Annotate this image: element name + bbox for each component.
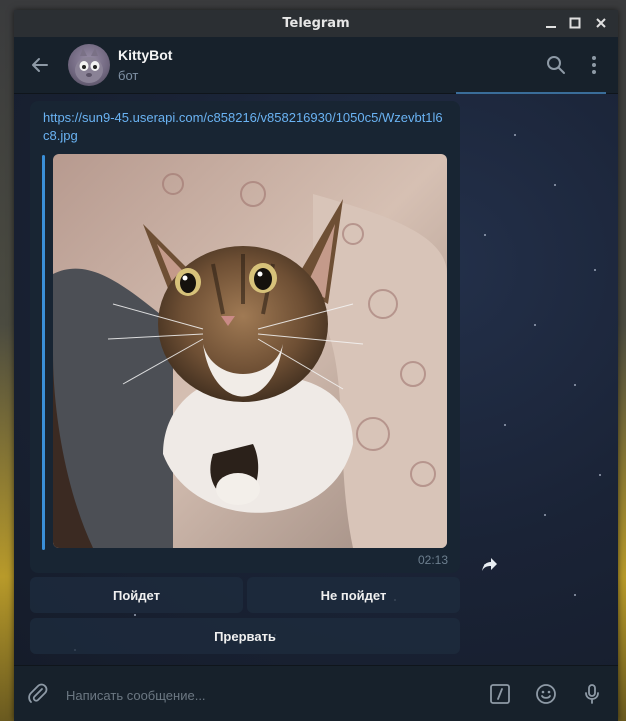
keyboard-button-not-ok[interactable]: Не пойдет xyxy=(247,577,460,613)
telegram-window: Telegram KittyBot бот https://sun9-45.us… xyxy=(14,10,618,721)
message-time: 02:13 xyxy=(417,553,448,567)
link-preview-bar xyxy=(42,155,45,550)
avatar[interactable] xyxy=(68,44,110,86)
window-titlebar: Telegram xyxy=(14,10,618,37)
message-link[interactable]: https://sun9-45.userapi.com/c858216/v858… xyxy=(43,109,448,145)
more-vertical-icon[interactable] xyxy=(582,53,606,77)
minimize-icon[interactable] xyxy=(542,14,560,32)
cat-photo[interactable] xyxy=(53,154,447,548)
arrow-left-icon[interactable] xyxy=(28,53,52,77)
maximize-icon[interactable] xyxy=(566,14,584,32)
search-icon[interactable] xyxy=(544,53,568,77)
microphone-icon[interactable] xyxy=(580,682,604,706)
chat-status: бот xyxy=(118,68,139,83)
chat-area[interactable]: https://sun9-45.userapi.com/c858216/v858… xyxy=(14,94,618,665)
message-input[interactable] xyxy=(64,680,478,710)
chat-title[interactable]: KittyBot xyxy=(118,47,172,63)
share-icon[interactable] xyxy=(480,555,500,573)
keyboard-button-ok[interactable]: Пойдет xyxy=(30,577,243,613)
emoji-icon[interactable] xyxy=(534,682,558,706)
message-composer xyxy=(14,665,618,721)
chat-header: KittyBot бот xyxy=(14,37,618,94)
message-bubble[interactable]: https://sun9-45.userapi.com/c858216/v858… xyxy=(30,101,460,573)
paperclip-icon[interactable] xyxy=(26,682,50,706)
window-title: Telegram xyxy=(282,16,350,31)
keyboard-button-stop[interactable]: Прервать xyxy=(30,618,460,654)
slash-commands-icon[interactable] xyxy=(488,682,512,706)
close-icon[interactable] xyxy=(592,14,610,32)
